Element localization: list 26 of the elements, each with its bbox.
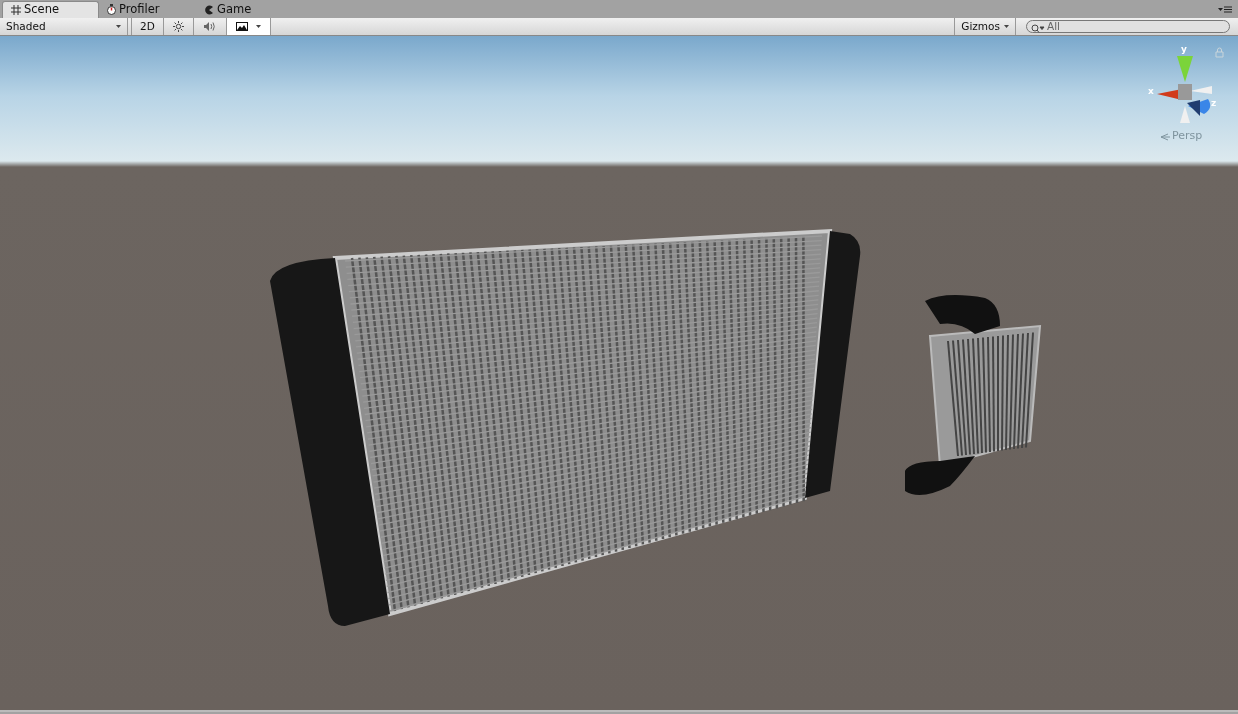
tab[interactable]: Profiler xyxy=(99,1,196,18)
caret-icon xyxy=(1004,25,1009,28)
search-field[interactable]: All xyxy=(1026,20,1230,33)
gizmos-dropdown[interactable]: Gizmos xyxy=(955,18,1016,35)
lock-icon xyxy=(1215,47,1224,58)
2d-toggle[interactable]: 2D xyxy=(132,18,164,35)
arrow-icon xyxy=(1160,133,1171,141)
tab[interactable]: Scene xyxy=(2,1,99,18)
sun-icon xyxy=(172,21,184,32)
caret-icon xyxy=(116,25,121,28)
caret-icon xyxy=(255,25,261,28)
axis-label: y xyxy=(1181,44,1187,54)
draw-mode-dropdown[interactable]: Shaded xyxy=(0,18,128,35)
tab-menu-icon[interactable] xyxy=(1218,6,1232,13)
axis-label: z xyxy=(1211,98,1217,108)
pacman-icon xyxy=(204,4,214,15)
intercooler-drawing[interactable] xyxy=(905,295,1042,495)
orientation-gizmo[interactable] xyxy=(1157,56,1212,123)
image-toggle[interactable] xyxy=(226,18,271,35)
tab[interactable]: Game xyxy=(196,1,293,18)
radiator-drawing[interactable] xyxy=(270,228,861,626)
grid-icon xyxy=(11,5,21,15)
image-icon xyxy=(235,22,248,31)
axis-label: x xyxy=(1148,86,1154,96)
speaker-icon xyxy=(202,21,217,32)
stopwatch-icon xyxy=(107,4,116,15)
